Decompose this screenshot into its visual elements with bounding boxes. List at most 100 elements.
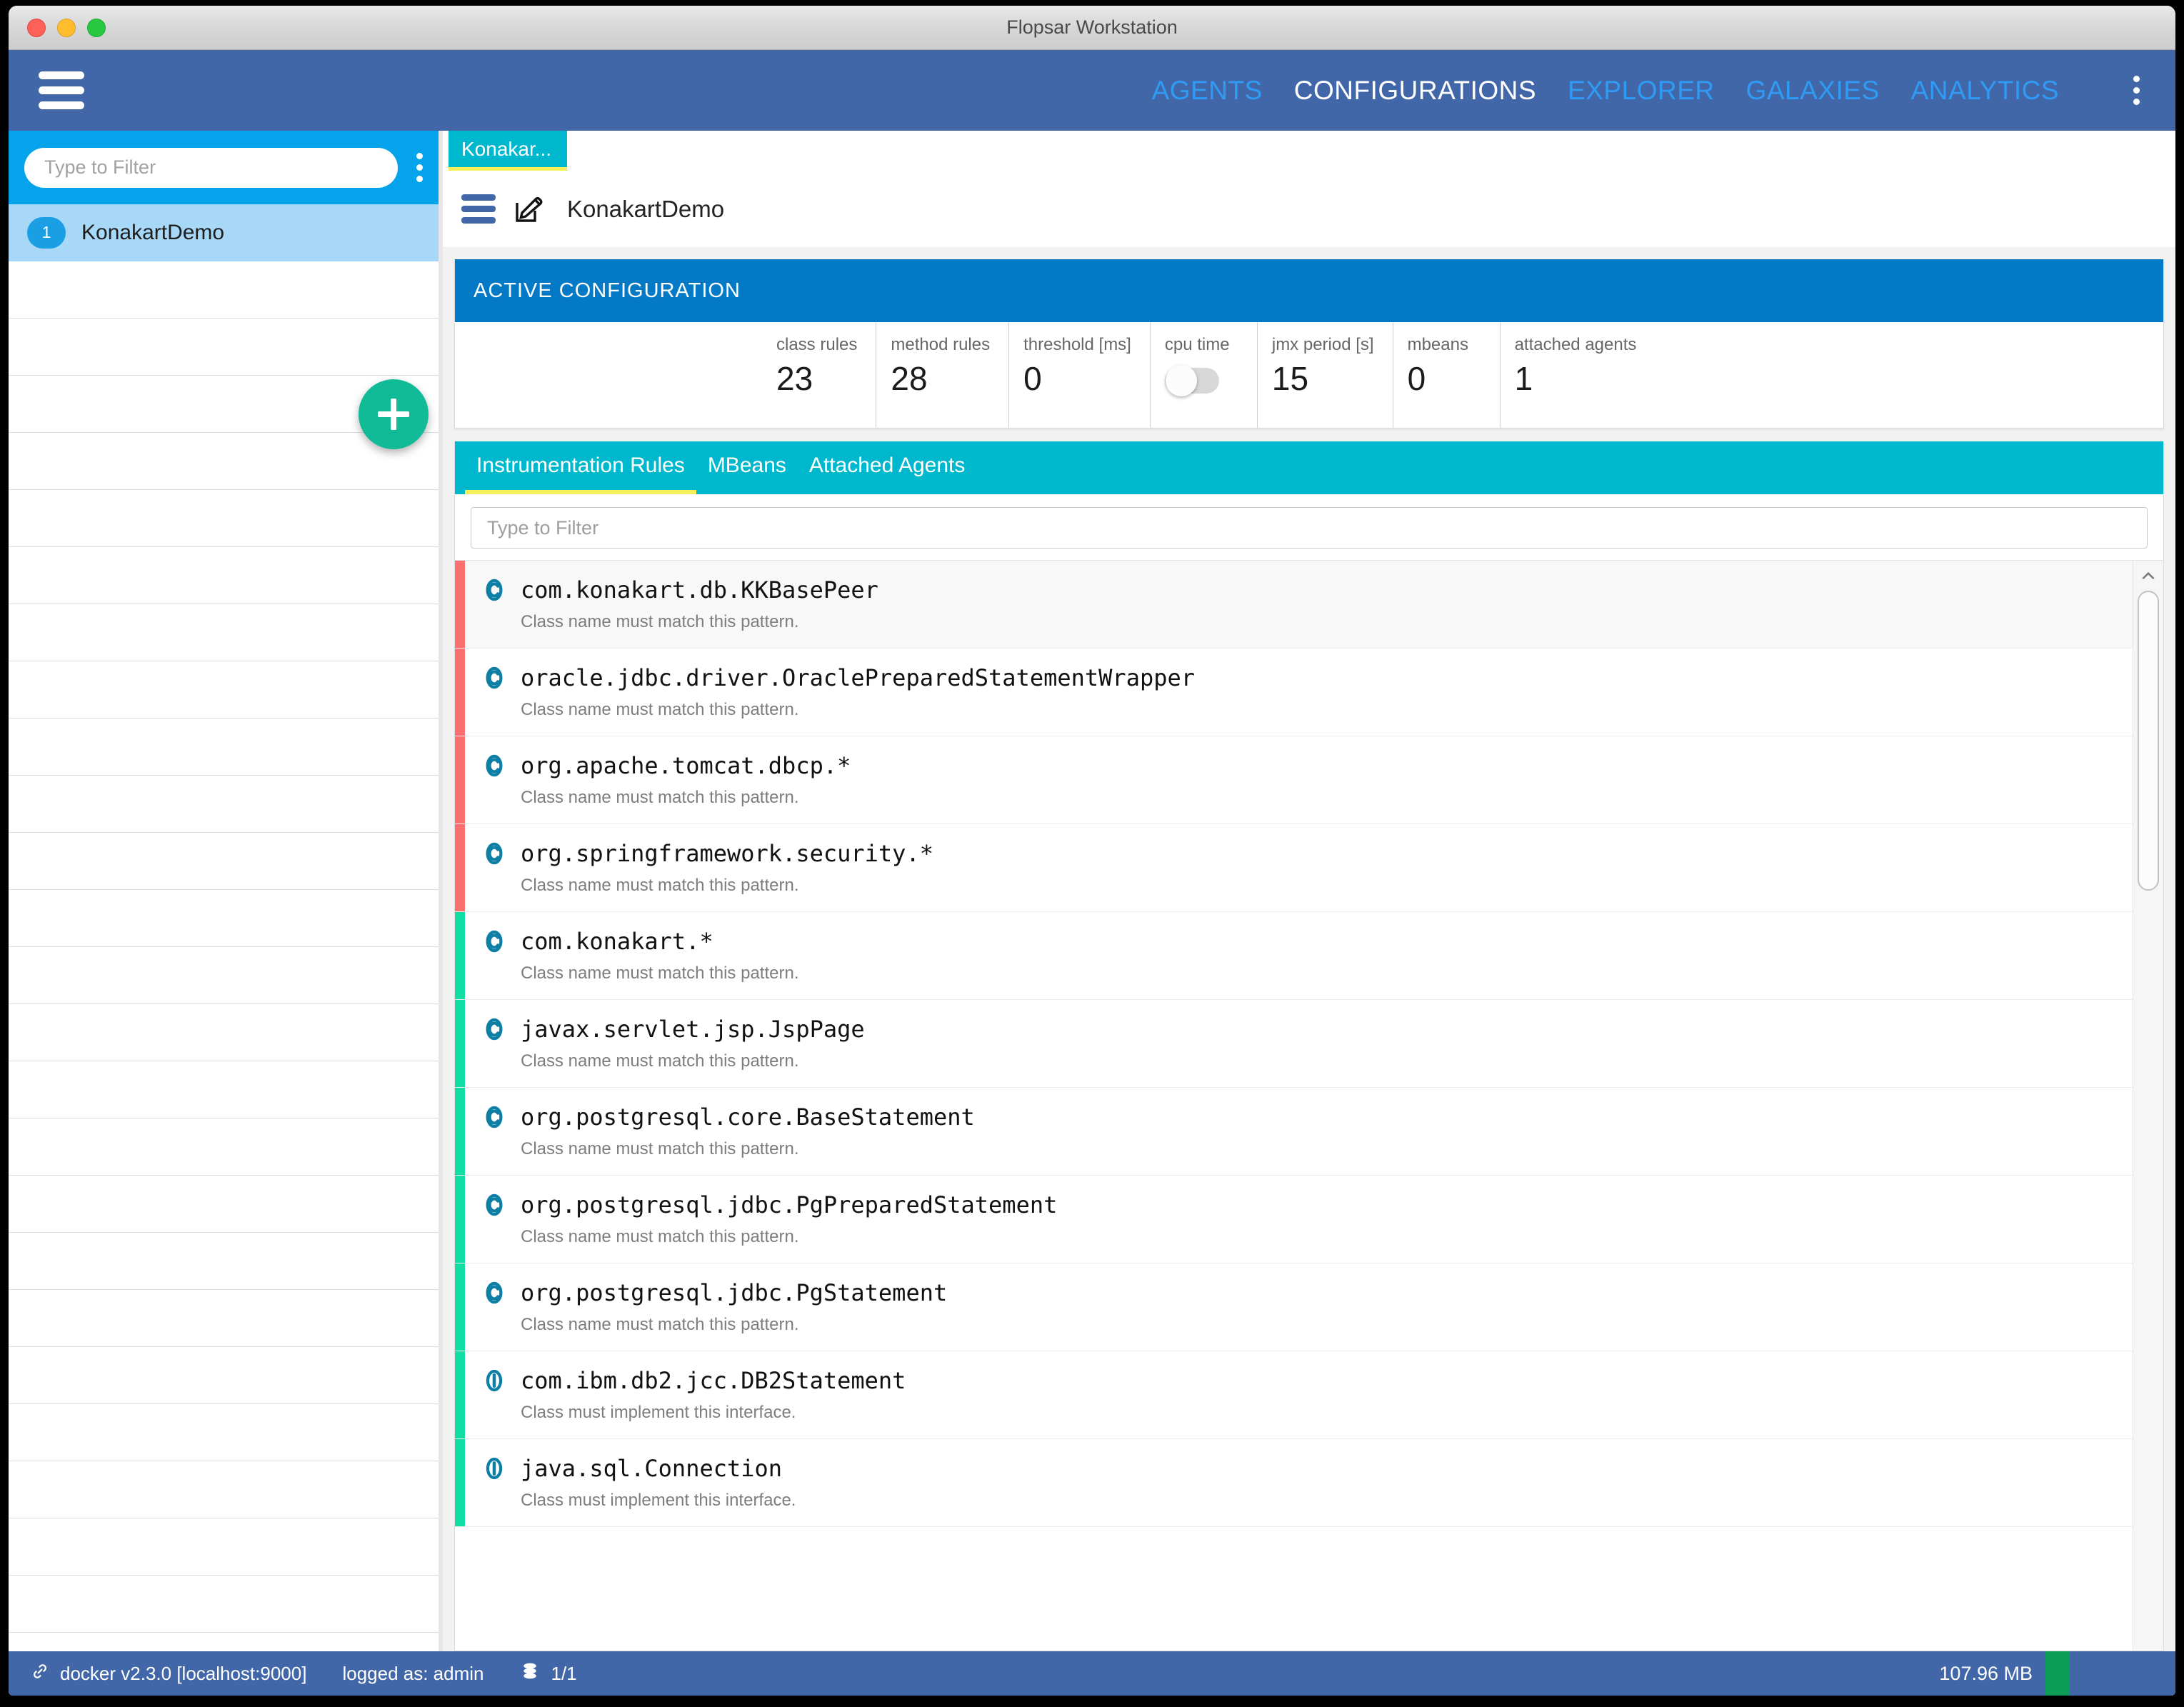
window-title: Flopsar Workstation [1006, 16, 1178, 38]
sidebar-empty-row[interactable] [9, 1461, 439, 1518]
sidebar-empty-row[interactable] [9, 547, 439, 604]
rule-row[interactable]: org.postgresql.jdbc.PgPreparedStatement C… [455, 1176, 2133, 1263]
sidebar-empty-row[interactable] [9, 1233, 439, 1290]
rule-row[interactable]: java.sql.Connection Class must implement … [455, 1439, 2133, 1527]
status-agents-label: 1/1 [551, 1662, 577, 1684]
document-tab-konakart[interactable]: Konakar... [449, 131, 568, 171]
rule-row[interactable]: com.konakart.db.KKBasePeer Class name mus… [455, 561, 2133, 649]
sidebar-empty-row[interactable] [9, 1061, 439, 1118]
nav-item-configurations[interactable]: CONFIGURATIONS [1294, 76, 1536, 106]
stat-value: 23 [776, 360, 813, 397]
cpu-time-toggle[interactable] [1164, 365, 1219, 396]
kebab-menu-icon[interactable] [2133, 76, 2140, 105]
rule-row[interactable]: org.postgresql.jdbc.PgStatement Class nam… [455, 1263, 2133, 1351]
add-configuration-button[interactable] [359, 379, 429, 449]
link-icon [30, 1661, 50, 1686]
rule-title-line: java.sql.Connection [482, 1455, 2133, 1482]
nav-item-explorer[interactable]: EXPLORER [1568, 76, 1715, 106]
class-c-icon [482, 1105, 506, 1129]
sidebar-empty-row[interactable] [9, 1404, 439, 1461]
hamburger-icon[interactable] [39, 71, 84, 109]
sidebar-empty-row[interactable] [9, 890, 439, 947]
sidebar-empty-row[interactable] [9, 947, 439, 1004]
tab-attached-agents[interactable]: Attached Agents [798, 441, 977, 494]
tab-mbeans[interactable]: MBeans [696, 441, 798, 494]
rule-title-line: com.konakart.* [482, 928, 2133, 955]
sidebar-filter-input[interactable] [24, 147, 398, 188]
heap-indicator[interactable] [2045, 1651, 2070, 1696]
edit-pencil-icon[interactable] [511, 192, 546, 226]
stack-icon [519, 1661, 541, 1687]
rule-name: javax.servlet.jsp.JspPage [521, 1016, 865, 1043]
rule-row[interactable]: oracle.jdbc.driver.OraclePreparedStateme… [455, 649, 2133, 736]
stat-label: threshold [ms] [1023, 335, 1131, 354]
stat-label: class rules [776, 335, 858, 354]
rule-body: oracle.jdbc.driver.OraclePreparedStateme… [465, 649, 2133, 736]
nav-item-analytics[interactable]: ANALYTICS [1911, 76, 2059, 106]
stat-value: 15 [1271, 360, 1309, 397]
sidebar-empty-row[interactable] [9, 833, 439, 890]
sidebar-empty-row[interactable] [9, 776, 439, 833]
sidebar-kebab-menu-icon[interactable] [416, 153, 423, 182]
status-user-label: logged as: admin [342, 1662, 484, 1684]
tab-instrumentation-rules[interactable]: Instrumentation Rules [465, 441, 696, 494]
stat-mbeans: mbeans 0 [1392, 322, 1500, 428]
rule-name: org.postgresql.jdbc.PgStatement [521, 1279, 948, 1306]
rule-description: Class name must match this pattern. [521, 876, 799, 895]
status-connection-label: docker v2.3.0 [localhost:9000] [60, 1662, 307, 1684]
sidebar-empty-row[interactable] [9, 1004, 439, 1061]
rule-description: Class name must match this pattern. [521, 1139, 799, 1158]
nav-item-agents[interactable]: AGENTS [1152, 76, 1263, 106]
scrollbar-thumb[interactable] [2138, 591, 2159, 891]
sidebar-empty-row[interactable] [9, 1576, 439, 1633]
document-hamburger-icon[interactable] [461, 194, 496, 224]
rules-scrollbar[interactable] [2133, 561, 2163, 1651]
rule-row[interactable]: org.apache.tomcat.dbcp.* Class name must … [455, 736, 2133, 824]
rule-row[interactable]: com.konakart.* Class name must match this… [455, 912, 2133, 1000]
sidebar-empty-row[interactable] [9, 1633, 439, 1651]
sidebar-empty-row[interactable] [9, 1118, 439, 1176]
rule-body: org.springframework.security.* Class name… [465, 824, 2133, 911]
rule-row[interactable]: com.ibm.db2.jcc.DB2Statement Class must i… [455, 1351, 2133, 1439]
stat-cpu-time: cpu time [1149, 322, 1257, 428]
rule-description: Class must implement this interface. [521, 1491, 796, 1510]
sidebar-empty-row[interactable] [9, 661, 439, 719]
main-content: Konakar... KonakartDemo ACTIVE CONFIGURA… [443, 131, 2175, 1651]
sidebar-empty-row[interactable] [9, 604, 439, 661]
stat-value: 1 [1514, 360, 1533, 397]
document-tab-strip: Konakar... [443, 131, 2175, 171]
rule-description: Class name must match this pattern. [521, 1315, 799, 1334]
rule-row[interactable]: javax.servlet.jsp.JspPage Class name must… [455, 1000, 2133, 1088]
sidebar-item-badge: 1 [27, 216, 66, 249]
rule-row[interactable]: org.springframework.security.* Class name… [455, 824, 2133, 912]
stat-label: jmx period [s] [1271, 335, 1374, 354]
chevron-up-icon[interactable] [2133, 565, 2163, 588]
sidebar-empty-row[interactable] [9, 1176, 439, 1233]
stat-class-rules: class rules 23 [762, 322, 876, 428]
rule-body: org.apache.tomcat.dbcp.* Class name must … [465, 736, 2133, 824]
sidebar-empty-row[interactable] [9, 1347, 439, 1404]
title-bar: Flopsar Workstation [9, 6, 2175, 50]
rule-accent-bar [455, 1000, 465, 1087]
sidebar-empty-row[interactable] [9, 261, 439, 319]
sidebar-empty-row[interactable] [9, 1518, 439, 1576]
sidebar-empty-row[interactable] [9, 319, 439, 376]
rules-list: com.konakart.db.KKBasePeer Class name mus… [455, 561, 2133, 1651]
sidebar-empty-row[interactable] [9, 1290, 439, 1347]
sidebar: 1 KonakartDemo [9, 131, 443, 1651]
status-user: logged as: admin [342, 1663, 484, 1685]
rule-accent-bar [455, 1439, 465, 1526]
rules-filter-input[interactable] [471, 507, 2148, 549]
nav-item-galaxies[interactable]: GALAXIES [1746, 76, 1880, 106]
rules-area: com.konakart.db.KKBasePeer Class name mus… [455, 560, 2163, 1651]
stat-value: 28 [891, 360, 928, 397]
sidebar-item-konakartdemo[interactable]: 1 KonakartDemo [9, 204, 439, 261]
sidebar-empty-row[interactable] [9, 490, 439, 547]
rule-accent-bar [455, 1088, 465, 1175]
rule-title-line: org.postgresql.jdbc.PgStatement [482, 1279, 2133, 1306]
rule-title-line: org.apache.tomcat.dbcp.* [482, 752, 2133, 779]
rule-name: oracle.jdbc.driver.OraclePreparedStateme… [521, 664, 1196, 691]
rule-row[interactable]: org.postgresql.core.BaseStatement Class n… [455, 1088, 2133, 1176]
class-c-icon [482, 841, 506, 866]
sidebar-empty-row[interactable] [9, 719, 439, 776]
